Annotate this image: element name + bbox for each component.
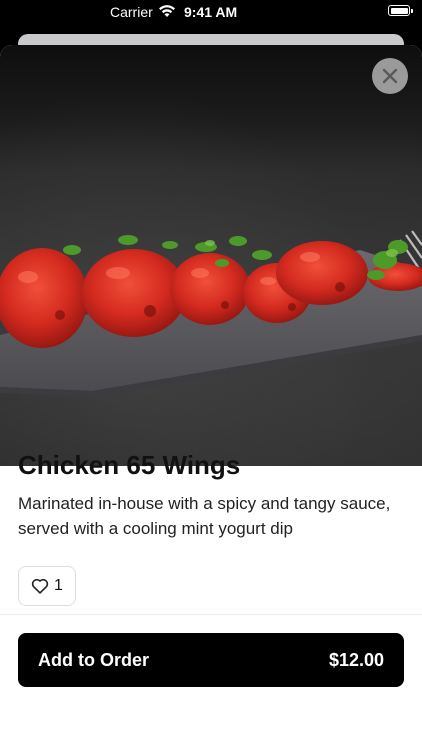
item-description: Marinated in-house with a spicy and tang… bbox=[18, 494, 391, 538]
item-detail-sheet: Chicken 65 Wings Marinated in-house with… bbox=[0, 45, 422, 750]
item-photo bbox=[0, 45, 422, 466]
status-time: 9:41 AM bbox=[184, 4, 238, 20]
add-to-order-button[interactable]: Add to Order $12.00 bbox=[18, 633, 404, 687]
carrier-label: Carrier bbox=[110, 4, 153, 20]
item-info: Chicken 65 Wings Marinated in-house with… bbox=[18, 449, 404, 541]
like-count: 1 bbox=[54, 577, 63, 594]
divider bbox=[0, 614, 422, 615]
item-title: Chicken 65 Wings bbox=[18, 450, 241, 480]
add-to-order-label: Add to Order bbox=[38, 649, 149, 670]
close-button[interactable] bbox=[372, 58, 408, 94]
like-button[interactable]: 1 bbox=[18, 566, 76, 606]
wifi-icon bbox=[159, 5, 175, 17]
screen: Carrier 9:41 AM Chicken 65 Wings Marinat… bbox=[0, 0, 422, 750]
heart-icon bbox=[31, 578, 49, 594]
chicken-wings-photo bbox=[0, 230, 422, 397]
order-price: $12.00 bbox=[328, 649, 384, 670]
battery-icon bbox=[388, 5, 413, 16]
status-bar: Carrier 9:41 AM bbox=[0, 0, 422, 24]
close-icon bbox=[382, 68, 398, 84]
